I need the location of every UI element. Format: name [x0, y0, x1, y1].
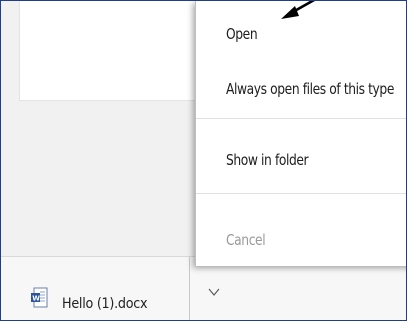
svg-text:W: W	[32, 295, 40, 303]
menu-item-show-in-folder[interactable]: Show in folder	[196, 147, 406, 173]
download-context-menu: Open Always open files of this type Show…	[195, 1, 406, 266]
download-item[interactable]: W Hello (1).docx	[1, 257, 189, 320]
arrow-pointer-icon	[281, 1, 315, 19]
menu-item-cancel: Cancel	[196, 227, 406, 253]
menu-item-label: Open	[226, 25, 258, 43]
menu-separator	[196, 118, 406, 119]
chevron-down-icon	[208, 288, 220, 296]
menu-item-always-open[interactable]: Always open files of this type	[196, 76, 406, 102]
browser-window: W Hello (1).docx Open Always open files …	[0, 0, 407, 321]
menu-item-label: Cancel	[226, 231, 266, 249]
download-file-name: Hello (1).docx	[62, 296, 148, 312]
menu-item-label: Show in folder	[226, 151, 309, 169]
menu-item-label: Always open files of this type	[226, 80, 394, 98]
word-document-icon: W	[31, 287, 48, 308]
download-options-button[interactable]	[189, 257, 234, 320]
menu-separator	[196, 193, 406, 194]
